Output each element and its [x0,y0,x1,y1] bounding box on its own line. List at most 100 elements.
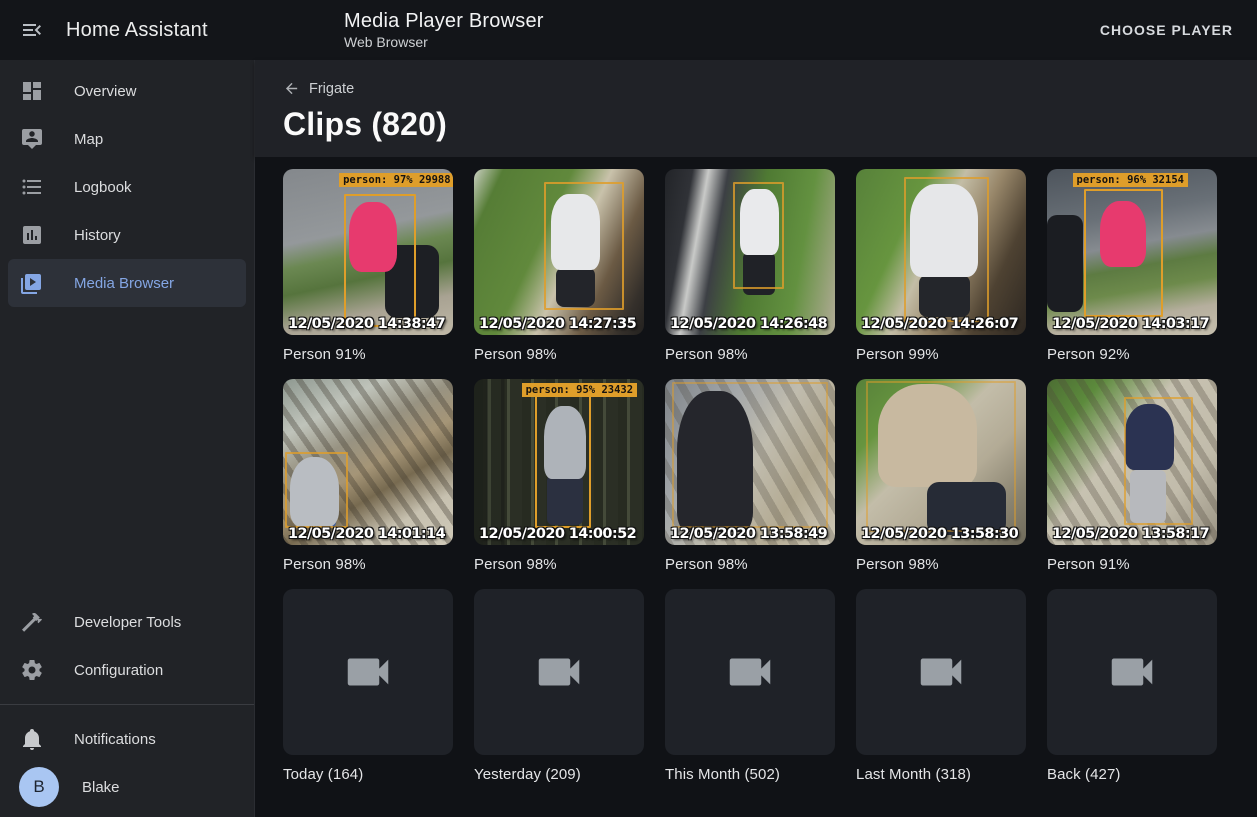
clip-label: Person 98% [283,556,453,573]
content-header: Frigate Clips (820) [255,60,1257,157]
clip-label: Person 98% [665,346,835,363]
breadcrumb-back-frigate[interactable]: Frigate [283,80,354,97]
play-box-multiple-icon [20,271,44,295]
clip-label: Person 99% [856,346,1026,363]
sidebar-item-logbook[interactable]: Logbook [8,163,246,211]
sidebar-divider [0,704,254,705]
video-camera-icon [341,645,395,699]
detection-box [866,381,1016,532]
clip-label: Person 98% [474,556,644,573]
clip-timestamp: 12/05/2020 13:58:17 [1052,526,1209,542]
detection-box [535,394,591,528]
folder-card-yesterday[interactable]: Yesterday (209) [474,589,644,783]
folder-label: Last Month (318) [856,766,1026,783]
app-shell: Overview Map Logbook History Media Brows… [0,60,1257,817]
hammer-icon [20,610,44,634]
clip-timestamp: 12/05/2020 14:01:14 [288,526,445,542]
clip-label: Person 92% [1047,346,1217,363]
folder-label: Yesterday (209) [474,766,644,783]
sidebar-item-history[interactable]: History [8,211,246,259]
detection-tag: person: 96% 32154 [1073,173,1188,187]
sidebar-item-overview[interactable]: Overview [8,67,246,115]
clip-thumbnail: 12/05/2020 13:58:49 [665,379,835,545]
menu-open-icon [20,18,44,42]
sidebar-item-label: Overview [74,83,137,100]
clip-thumbnail: person: 96% 32154 12/05/2020 14:03:17 [1047,169,1217,335]
folder-thumbnail [856,589,1026,755]
folder-card-last-month[interactable]: Last Month (318) [856,589,1026,783]
clip-card[interactable]: 12/05/2020 13:58:17 Person 91% [1047,379,1217,573]
sidebar-item-configuration[interactable]: Configuration [8,646,246,694]
clip-card[interactable]: person: 95% 23432 12/05/2020 14:00:52 Pe… [474,379,644,573]
detection-box [733,182,784,288]
media-browser-content: Frigate Clips (820) person: 97% 29988 12… [255,60,1257,817]
sidebar-item-label: Notifications [74,731,156,748]
view-dashboard-icon [20,79,44,103]
folder-label: Today (164) [283,766,453,783]
clip-thumbnail: person: 97% 29988 12/05/2020 14:38:47 [283,169,453,335]
avatar: B [19,767,59,807]
sidebar: Overview Map Logbook History Media Brows… [0,60,255,817]
gear-icon [20,658,44,682]
detection-box [1124,397,1194,525]
video-camera-icon [1105,645,1159,699]
folder-card-back[interactable]: Back (427) [1047,589,1217,783]
folder-thumbnail [1047,589,1217,755]
folder-label: Back (427) [1047,766,1217,783]
sidebar-item-label: Blake [82,779,120,796]
tooltip-account-icon [20,127,44,151]
sidebar-item-map[interactable]: Map [8,115,246,163]
clip-card[interactable]: 12/05/2020 14:26:07 Person 99% [856,169,1026,363]
clip-thumbnail: 12/05/2020 14:27:35 [474,169,644,335]
video-camera-icon [723,645,777,699]
clip-timestamp: 12/05/2020 14:00:52 [479,526,636,542]
sidebar-item-profile[interactable]: B Blake [8,763,246,811]
detection-box [672,382,828,528]
clip-timestamp: 12/05/2020 14:26:07 [861,316,1018,332]
app-title: Home Assistant [66,19,208,42]
clip-timestamp: 12/05/2020 14:26:48 [670,316,827,332]
sidebar-item-notifications[interactable]: Notifications [8,715,246,763]
clip-card[interactable]: 12/05/2020 13:58:49 Person 98% [665,379,835,573]
clip-label: Person 98% [665,556,835,573]
clip-thumbnail: 12/05/2020 14:26:07 [856,169,1026,335]
detection-box [544,182,624,310]
arrow-left-icon [283,80,300,97]
clip-card[interactable]: person: 97% 29988 12/05/2020 14:38:47 Pe… [283,169,453,363]
folder-card-today[interactable]: Today (164) [283,589,453,783]
clip-card[interactable]: 12/05/2020 13:58:30 Person 98% [856,379,1026,573]
clip-label: Person 91% [283,346,453,363]
app-bar-left: Home Assistant [0,6,255,54]
page-subtitle: Web Browser [344,33,544,51]
detection-tag: person: 97% 29988 [339,173,453,187]
sidebar-item-label: Map [74,131,103,148]
sidebar-item-media-browser[interactable]: Media Browser [8,259,246,307]
page-header: Media Player Browser Web Browser [344,9,544,51]
sidebar-toggle-button[interactable] [8,6,56,54]
clip-timestamp: 12/05/2020 14:03:17 [1052,316,1209,332]
clip-card[interactable]: 12/05/2020 14:01:14 Person 98% [283,379,453,573]
clip-timestamp: 12/05/2020 14:38:47 [288,316,445,332]
bell-icon [20,727,44,751]
clip-thumbnail: 12/05/2020 13:58:17 [1047,379,1217,545]
folder-card-this-month[interactable]: This Month (502) [665,589,835,783]
detection-box [344,194,415,327]
choose-player-button[interactable]: CHOOSE PLAYER [1092,12,1241,48]
clip-card[interactable]: person: 96% 32154 12/05/2020 14:03:17 Pe… [1047,169,1217,363]
sidebar-item-developer-tools[interactable]: Developer Tools [8,598,246,646]
sidebar-item-label: Logbook [74,179,132,196]
clip-thumbnail: 12/05/2020 13:58:30 [856,379,1026,545]
clip-thumbnail: 12/05/2020 14:26:48 [665,169,835,335]
app-bar: Home Assistant Media Player Browser Web … [0,0,1257,60]
home-assistant-app: Home Assistant Media Player Browser Web … [0,0,1257,817]
clip-card[interactable]: 12/05/2020 14:26:48 Person 98% [665,169,835,363]
sidebar-item-label: Media Browser [74,275,174,292]
chart-box-icon [20,223,44,247]
clip-label: Person 98% [856,556,1026,573]
clip-card[interactable]: 12/05/2020 14:27:35 Person 98% [474,169,644,363]
clips-grid: person: 97% 29988 12/05/2020 14:38:47 Pe… [283,169,1235,799]
detection-tag: person: 95% 23432 [522,383,637,397]
detection-box [904,177,989,321]
clip-label: Person 98% [474,346,644,363]
clip-timestamp: 12/05/2020 14:27:35 [479,316,636,332]
